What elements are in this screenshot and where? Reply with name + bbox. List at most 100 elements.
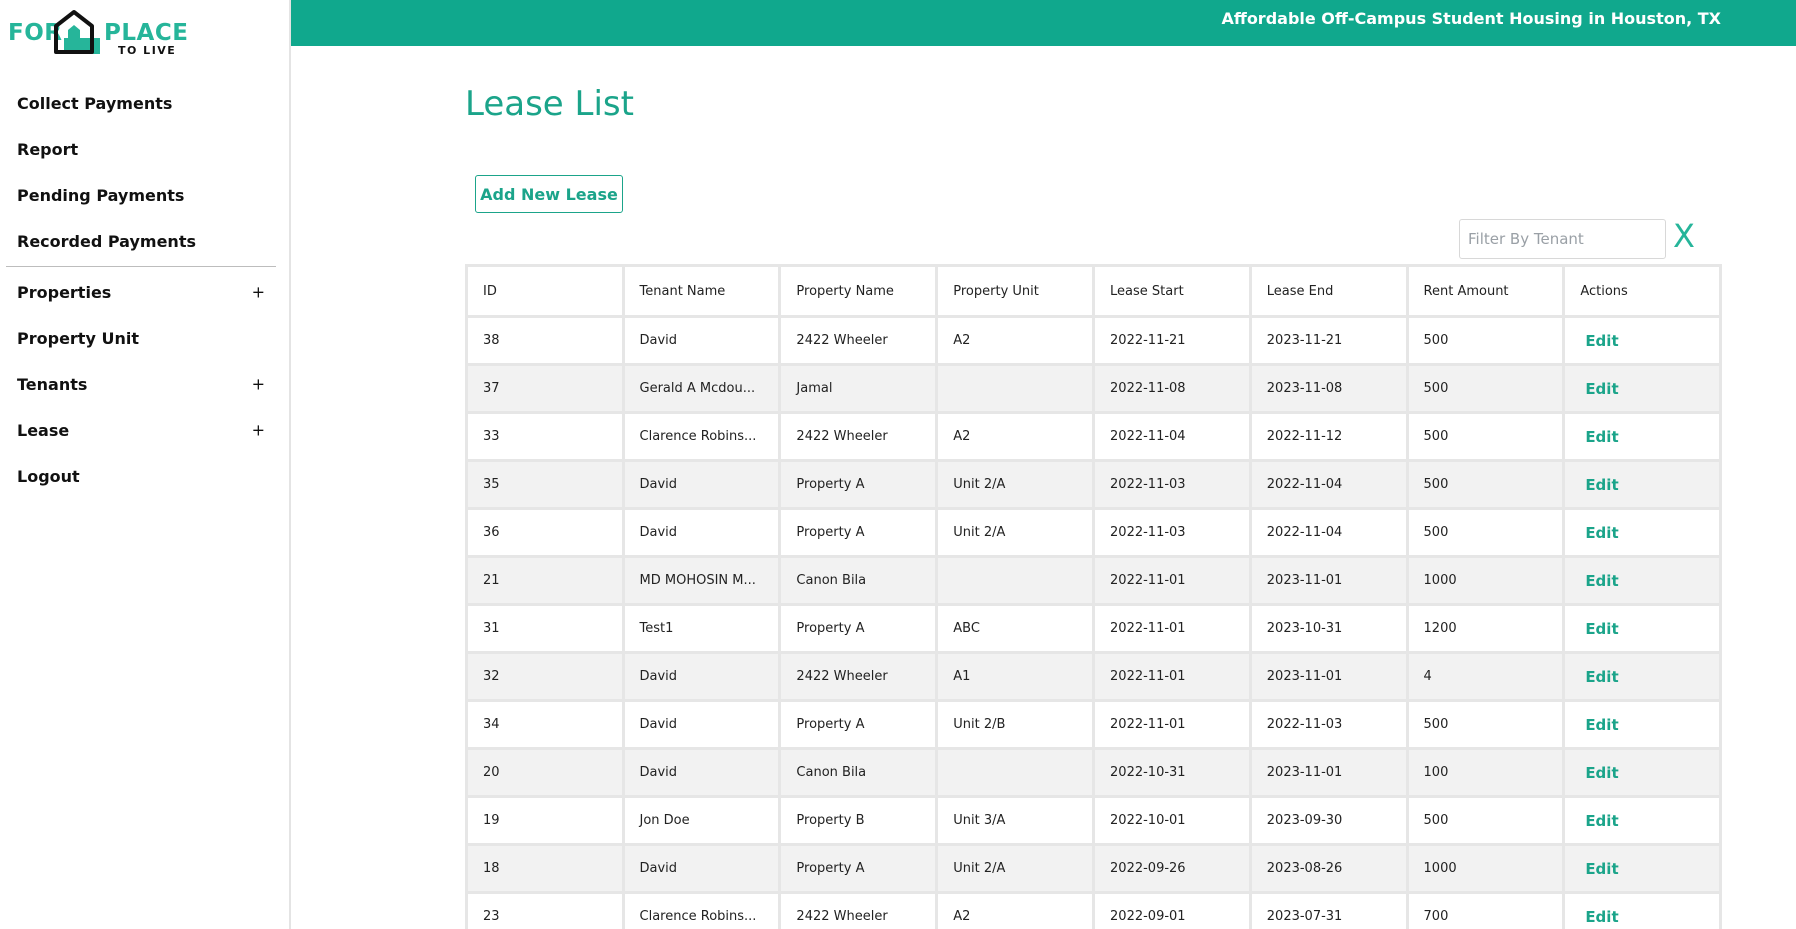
edit-link[interactable]: Edit bbox=[1585, 380, 1618, 398]
cell-actions: Edit bbox=[1565, 318, 1719, 363]
cell-lease-end: 2023-11-01 bbox=[1251, 750, 1406, 795]
cell-tenant-name: Clarence Robins... bbox=[624, 414, 779, 459]
cell-property-name: Jamal bbox=[781, 366, 936, 411]
cell-lease-end: 2023-11-01 bbox=[1251, 558, 1406, 603]
add-new-lease-button[interactable]: Add New Lease bbox=[475, 175, 623, 213]
column-header-tenant-name[interactable]: Tenant Name bbox=[624, 267, 779, 315]
banner-title: Affordable Off-Campus Student Housing in… bbox=[1221, 9, 1721, 28]
table-row: 31 Test1 Property A ABC 2022-11-01 2023-… bbox=[468, 606, 1719, 651]
edit-link[interactable]: Edit bbox=[1585, 428, 1618, 446]
cell-rent-amount: 500 bbox=[1408, 318, 1563, 363]
cell-actions: Edit bbox=[1565, 750, 1719, 795]
cell-lease-start: 2022-11-01 bbox=[1095, 702, 1249, 747]
cell-lease-start: 2022-09-26 bbox=[1095, 846, 1249, 891]
column-header-lease-end[interactable]: Lease End bbox=[1251, 267, 1406, 315]
filter-by-tenant-input[interactable] bbox=[1459, 219, 1666, 259]
edit-link[interactable]: Edit bbox=[1585, 572, 1618, 590]
edit-link[interactable]: Edit bbox=[1585, 620, 1618, 638]
edit-link[interactable]: Edit bbox=[1585, 812, 1618, 830]
column-header-property-unit[interactable]: Property Unit bbox=[938, 267, 1093, 315]
cell-property-unit: Unit 2/B bbox=[938, 702, 1093, 747]
cell-id: 38 bbox=[468, 318, 622, 363]
edit-link[interactable]: Edit bbox=[1585, 860, 1618, 878]
expand-plus-icon[interactable]: + bbox=[252, 375, 265, 394]
sidebar-item-recorded-payments[interactable]: Recorded Payments bbox=[0, 218, 291, 264]
cell-lease-start: 2022-11-21 bbox=[1095, 318, 1249, 363]
cell-property-name: 2422 Wheeler bbox=[781, 318, 936, 363]
cell-id: 19 bbox=[468, 798, 622, 843]
top-banner: Affordable Off-Campus Student Housing in… bbox=[291, 0, 1796, 46]
cell-tenant-name: MD MOHOSIN M... bbox=[624, 558, 779, 603]
cell-rent-amount: 500 bbox=[1408, 366, 1563, 411]
cell-property-name: 2422 Wheeler bbox=[781, 894, 936, 929]
cell-lease-end: 2022-11-04 bbox=[1251, 462, 1406, 507]
cell-lease-start: 2022-09-01 bbox=[1095, 894, 1249, 929]
house-icon bbox=[54, 10, 100, 54]
table-row: 34 David Property A Unit 2/B 2022-11-01 … bbox=[468, 702, 1719, 747]
edit-link[interactable]: Edit bbox=[1585, 668, 1618, 686]
cell-lease-end: 2023-11-01 bbox=[1251, 654, 1406, 699]
cell-property-name: Canon Bila bbox=[781, 750, 936, 795]
cell-lease-start: 2022-11-01 bbox=[1095, 654, 1249, 699]
cell-rent-amount: 500 bbox=[1408, 702, 1563, 747]
cell-lease-end: 2022-11-03 bbox=[1251, 702, 1406, 747]
column-header-property-name[interactable]: Property Name bbox=[781, 267, 936, 315]
edit-link[interactable]: Edit bbox=[1585, 764, 1618, 782]
cell-property-unit bbox=[938, 366, 1093, 411]
column-header-id[interactable]: ID bbox=[468, 267, 622, 315]
sidebar-item-property-unit[interactable]: Property Unit bbox=[0, 315, 291, 361]
sidebar-nav: Collect Payments Report Pending Payments… bbox=[0, 80, 291, 499]
cell-property-unit: A2 bbox=[938, 894, 1093, 929]
cell-actions: Edit bbox=[1565, 606, 1719, 651]
column-header-lease-start[interactable]: Lease Start bbox=[1095, 267, 1249, 315]
cell-id: 20 bbox=[468, 750, 622, 795]
column-header-actions: Actions bbox=[1565, 267, 1719, 315]
page-title: Lease List bbox=[465, 84, 634, 124]
cell-id: 34 bbox=[468, 702, 622, 747]
cell-tenant-name: David bbox=[624, 702, 779, 747]
cell-actions: Edit bbox=[1565, 414, 1719, 459]
sidebar-item-logout[interactable]: Logout bbox=[0, 453, 291, 499]
cell-lease-start: 2022-10-31 bbox=[1095, 750, 1249, 795]
edit-link[interactable]: Edit bbox=[1585, 716, 1618, 734]
cell-id: 32 bbox=[468, 654, 622, 699]
cell-rent-amount: 1000 bbox=[1408, 558, 1563, 603]
sidebar-item-collect-payments[interactable]: Collect Payments bbox=[0, 80, 291, 126]
edit-link[interactable]: Edit bbox=[1585, 524, 1618, 542]
cell-rent-amount: 500 bbox=[1408, 462, 1563, 507]
cell-tenant-name: Test1 bbox=[624, 606, 779, 651]
sidebar-item-pending-payments[interactable]: Pending Payments bbox=[0, 172, 291, 218]
sidebar-item-tenants[interactable]: Tenants + bbox=[0, 361, 291, 407]
cell-rent-amount: 100 bbox=[1408, 750, 1563, 795]
cell-actions: Edit bbox=[1565, 558, 1719, 603]
cell-actions: Edit bbox=[1565, 510, 1719, 555]
expand-plus-icon[interactable]: + bbox=[252, 421, 265, 440]
edit-link[interactable]: Edit bbox=[1585, 908, 1618, 926]
cell-actions: Edit bbox=[1565, 894, 1719, 929]
cell-tenant-name: David bbox=[624, 318, 779, 363]
logo[interactable]: FOR PLACE TO LIVE bbox=[8, 8, 188, 57]
edit-link[interactable]: Edit bbox=[1585, 332, 1618, 350]
cell-property-name: 2422 Wheeler bbox=[781, 414, 936, 459]
table-header-row: ID Tenant Name Property Name Property Un… bbox=[468, 267, 1719, 315]
column-header-rent-amount[interactable]: Rent Amount bbox=[1408, 267, 1563, 315]
clear-filter-button[interactable]: X bbox=[1673, 216, 1695, 256]
sidebar-item-lease[interactable]: Lease + bbox=[0, 407, 291, 453]
sidebar-item-properties[interactable]: Properties + bbox=[0, 269, 291, 315]
cell-tenant-name: David bbox=[624, 750, 779, 795]
cell-id: 33 bbox=[468, 414, 622, 459]
cell-lease-start: 2022-11-04 bbox=[1095, 414, 1249, 459]
cell-lease-start: 2022-11-08 bbox=[1095, 366, 1249, 411]
sidebar-item-label: Property Unit bbox=[17, 328, 139, 348]
cell-rent-amount: 500 bbox=[1408, 414, 1563, 459]
cell-rent-amount: 700 bbox=[1408, 894, 1563, 929]
cell-property-unit: ABC bbox=[938, 606, 1093, 651]
sidebar-item-report[interactable]: Report bbox=[0, 126, 291, 172]
sidebar: FOR PLACE TO LIVE Collect Payments Repor… bbox=[0, 0, 291, 929]
cell-actions: Edit bbox=[1565, 366, 1719, 411]
cell-lease-start: 2022-11-01 bbox=[1095, 606, 1249, 651]
cell-lease-end: 2023-08-26 bbox=[1251, 846, 1406, 891]
expand-plus-icon[interactable]: + bbox=[252, 283, 265, 302]
cell-lease-start: 2022-11-03 bbox=[1095, 462, 1249, 507]
edit-link[interactable]: Edit bbox=[1585, 476, 1618, 494]
